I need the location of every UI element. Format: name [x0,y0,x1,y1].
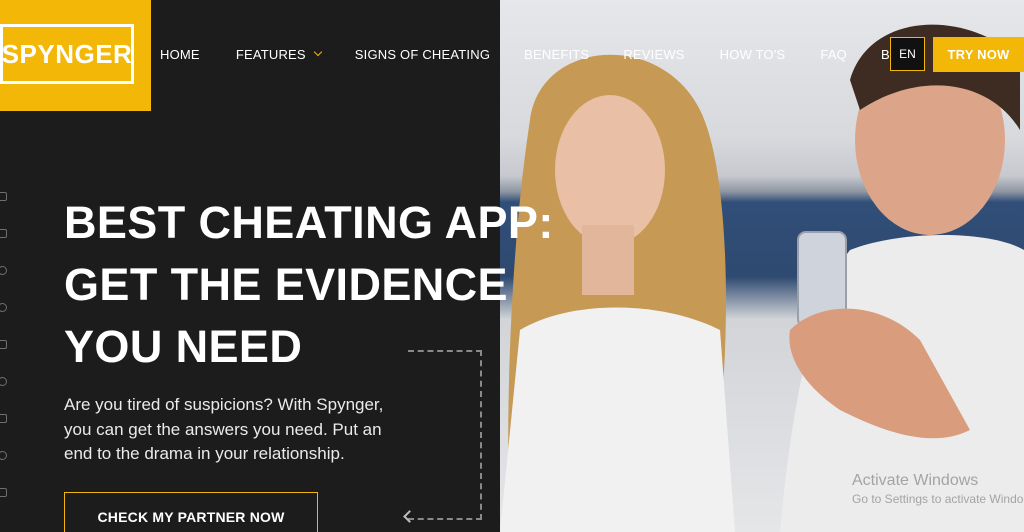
telegram-icon[interactable] [0,340,7,349]
check-partner-button[interactable]: CHECK MY PARTNER NOW [64,492,318,532]
nav-item-home[interactable]: HOME [160,47,200,62]
instagram-icon[interactable] [0,229,7,238]
social-rail [0,192,12,525]
chevron-down-icon [313,47,323,57]
main-nav: HOME FEATURES SIGNS OF CHEATING BENEFITS… [160,44,918,64]
hero-title-line-1: BEST CHEATING APP: [64,197,554,248]
nav-item-faq[interactable]: FAQ [820,47,847,62]
facebook-icon[interactable] [0,192,7,201]
watermark-subtitle: Go to Settings to activate Windo [852,492,1024,506]
nav-item-features[interactable]: FEATURES [235,46,323,62]
twitter-icon[interactable] [0,266,7,275]
nav-item-reviews[interactable]: REVIEWS [623,47,684,62]
dashed-decoration [408,350,482,520]
nav-item-benefits[interactable]: BENEFITS [524,47,589,62]
watermark-title: Activate Windows [852,472,979,489]
logo-text: SPYNGER [1,38,133,69]
whatsapp-icon[interactable] [0,303,7,312]
camera-icon[interactable] [0,414,7,423]
language-selector[interactable]: EN [890,37,925,71]
windows-activation-watermark: Activate Windows Go to Settings to activ… [852,471,1023,508]
nav-item-signs-of-cheating[interactable]: SIGNS OF CHEATING [355,47,490,62]
try-now-button[interactable]: TRY NOW [933,37,1024,72]
nav-item-how-tos[interactable]: HOW TO'S [720,47,786,62]
page: SPYNGER HOME FEATURES SIGNS OF CHEATING … [0,0,1024,532]
logo-frame: SPYNGER [0,24,134,84]
phone-icon[interactable] [0,488,7,497]
messenger-icon[interactable] [0,377,7,386]
hero-subtitle: Are you tired of suspicions? With Spynge… [64,395,384,463]
hero-title-line-2: GET THE EVIDENCE [64,259,508,310]
nav-item-features-label: FEATURES [235,46,306,62]
hero-title: BEST CHEATING APP: GET THE EVIDENCE YOU … [64,192,624,378]
hero-title-line-3: YOU NEED [64,321,303,372]
chat-icon[interactable] [0,451,7,460]
logo[interactable]: SPYNGER [0,0,151,111]
